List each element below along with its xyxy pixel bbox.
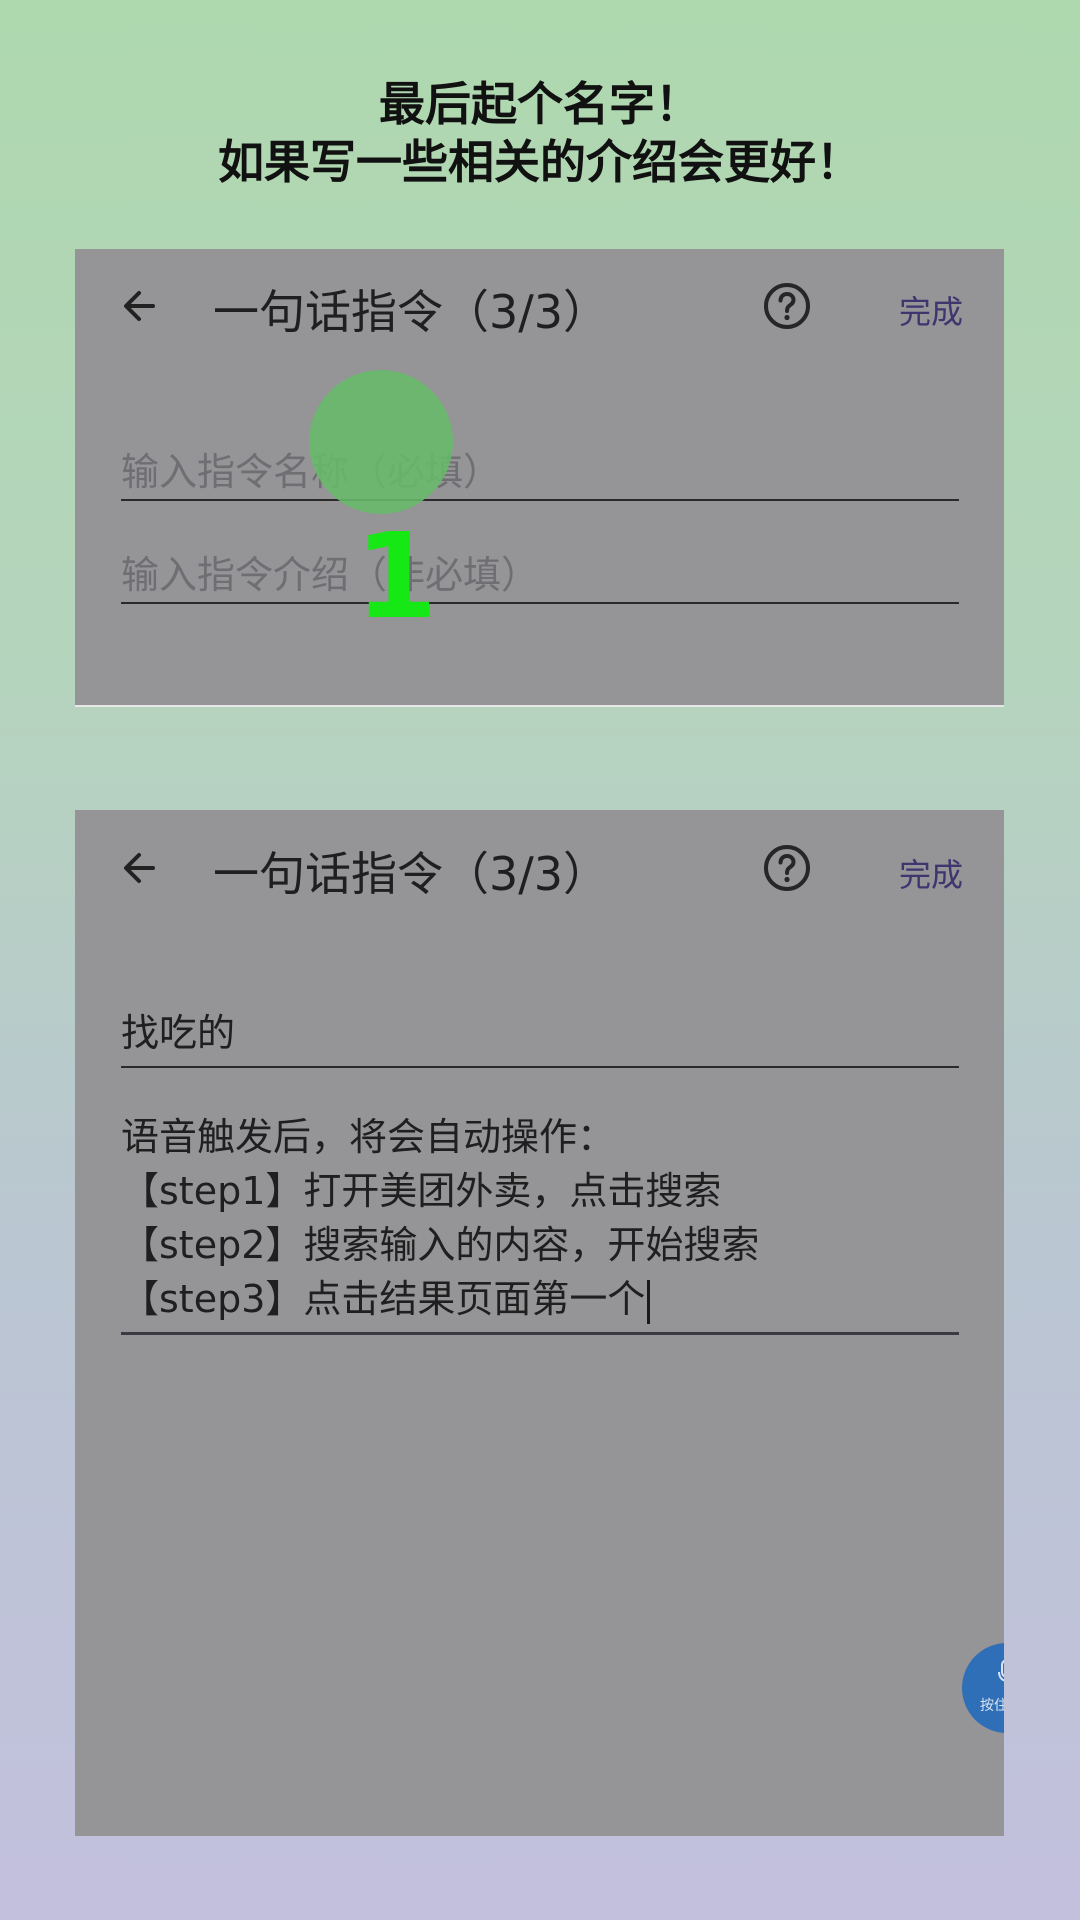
microphone-icon [998,1659,1004,1682]
voice-button-label: 按住 [980,1698,1004,1714]
voice-input-button[interactable]: 按住 [962,1643,1004,1733]
command-description-input[interactable]: 输入指令介绍（非必填） [121,544,959,604]
page-title: 一句话指令（3/3） [213,847,610,901]
description-line: 【step3】点击结果页面第一个 [121,1277,646,1321]
help-circle-icon[interactable] [763,844,811,892]
step-marker-number: 1 [355,507,438,645]
description-line: 语音触发后，将会自动操作： [121,1115,616,1159]
text-cursor [647,1279,651,1324]
back-arrow-icon[interactable] [115,843,165,893]
instruction-heading-line-1: 最后起个名字！ [379,77,701,131]
description-line: 【step1】打开美团外卖，点击搜索 [121,1169,722,1213]
screenshot-panel-after: 一句话指令（3/3） 完成 找吃的 语音触发后，将会自动操作： 【step1】打… [75,810,1004,1836]
command-name-input[interactable]: 找吃的 [121,1002,959,1068]
description-line: 【step2】搜索输入的内容，开始搜索 [121,1223,760,1267]
command-description-placeholder: 输入指令介绍（非必填） [121,553,540,597]
command-name-input[interactable]: 输入指令名称（必填） [121,441,959,501]
screenshot-panel-before: 一句话指令（3/3） 完成 输入指令名称（必填） 输入指令介绍（非必填） 1 [75,249,1004,707]
instruction-heading-line-2: 如果写一些相关的介绍会更好！ [218,135,862,189]
help-circle-icon[interactable] [763,282,811,330]
page-title: 一句话指令（3/3） [213,285,610,339]
command-name-value: 找吃的 [121,1011,236,1055]
touch-indicator [309,370,453,514]
back-arrow-icon[interactable] [115,281,165,331]
command-description-input[interactable]: 语音触发后，将会自动操作： 【step1】打开美团外卖，点击搜索 【step2】… [121,1110,959,1335]
done-button[interactable]: 完成 [899,287,963,333]
done-button[interactable]: 完成 [899,850,963,896]
